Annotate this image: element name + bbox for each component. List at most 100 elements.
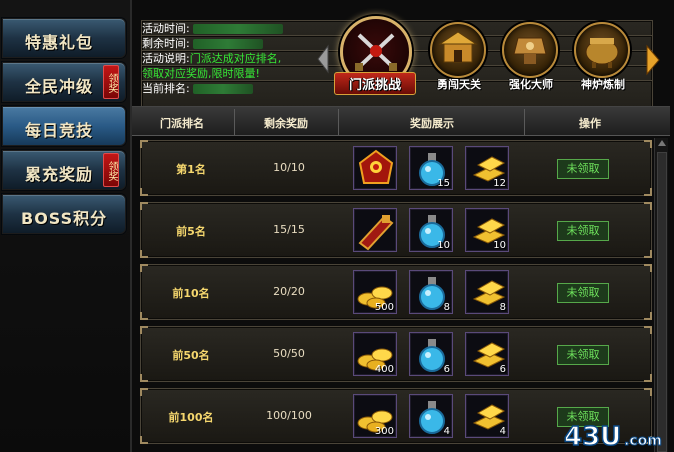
scroll-up-arrow-icon[interactable]	[658, 140, 666, 146]
reward-slot[interactable]	[353, 208, 397, 252]
cauldron-icon	[574, 22, 630, 78]
reward-slot[interactable]: 8	[409, 270, 453, 314]
claim-status-button[interactable]: 未领取	[557, 221, 609, 241]
sidebar-item-special-gift[interactable]: 特惠礼包	[2, 18, 126, 58]
reward-slot[interactable]	[353, 146, 397, 190]
row-corner-ornament	[140, 374, 148, 382]
row-corner-ornament	[644, 374, 652, 382]
category-divine-furnace[interactable]: 神炉炼制	[568, 22, 638, 96]
reward-qty: 10	[437, 240, 450, 251]
table-row: 第1名 10/10 15 12 未领取	[140, 140, 652, 196]
row-corner-ornament	[140, 188, 148, 196]
claim-status-button[interactable]: 未领取	[557, 159, 609, 179]
header-sect-rank: 门派排名	[160, 117, 204, 130]
reward-qty: 8	[499, 302, 506, 313]
red-gauntlet-icon	[354, 215, 396, 251]
table-row: 前5名 15/15 10 10 未领取	[140, 202, 652, 258]
sidebar-item-boss-points[interactable]: BOSS积分	[2, 194, 126, 234]
table-row: 前50名 50/50 400 6 6 未领取	[140, 326, 652, 382]
sidebar-item-label: BOSS积分	[21, 209, 108, 228]
reward-slot[interactable]: 6	[409, 332, 453, 376]
reward-slot[interactable]: 8	[465, 270, 509, 314]
row-corner-ornament	[644, 202, 652, 210]
row-corner-ornament	[644, 140, 652, 148]
current-rank-label: 当前排名:	[142, 82, 190, 95]
header-divider	[234, 109, 235, 135]
activity-time-value-blurred	[193, 24, 284, 34]
activity-desc-label: 活动说明:	[142, 52, 190, 65]
claim-status-button[interactable]: 未领取	[557, 345, 609, 365]
reward-qty: 4	[499, 426, 506, 437]
header-reward-display: 奖励展示	[410, 117, 454, 130]
remaining-time-value-blurred	[193, 39, 264, 49]
reward-slot[interactable]: 300	[353, 394, 397, 438]
reward-qty: 15	[437, 178, 450, 189]
reward-qty: 4	[443, 426, 450, 437]
header-action: 操作	[579, 117, 601, 130]
claim-status-button[interactable]: 未领取	[557, 283, 609, 303]
scrollbar-thumb[interactable]	[657, 152, 667, 452]
category-brave-pass[interactable]: 勇闯天关	[424, 22, 494, 96]
reward-slot[interactable]: 15	[409, 146, 453, 190]
current-rank-value-blurred	[193, 84, 254, 94]
category-label: 勇闯天关	[437, 78, 481, 91]
claim-badge: 领奖	[103, 153, 119, 187]
row-corner-ornament	[140, 264, 148, 272]
category-enhance-master[interactable]: 强化大师	[496, 22, 566, 96]
row-corner-ornament	[140, 326, 148, 334]
category-sect-challenge[interactable]: 门派挑战	[334, 16, 416, 96]
header-remaining-reward: 剩余奖励	[264, 117, 308, 130]
reward-slot[interactable]: 12	[465, 146, 509, 190]
sidebar-item-daily-arena[interactable]: 每日竞技	[2, 106, 126, 146]
activity-desc-line1: 门派达成对应排名,	[189, 52, 282, 65]
rank-label: 前50名	[172, 349, 210, 362]
table-row: 前10名 20/20 500 8 8 未领取	[140, 264, 652, 320]
remaining-count: 50/50	[273, 347, 305, 360]
sidebar-item-level-race[interactable]: 全民冲级 领奖	[2, 62, 126, 102]
chevron-right-icon[interactable]	[645, 44, 661, 76]
reward-slot[interactable]: 500	[353, 270, 397, 314]
reward-qty: 6	[499, 364, 506, 375]
chevron-left-icon[interactable]	[316, 44, 330, 74]
reward-slot[interactable]: 4	[465, 394, 509, 438]
reward-qty: 6	[443, 364, 450, 375]
remaining-time-label: 剩余时间:	[142, 37, 190, 50]
row-corner-ornament	[644, 388, 652, 396]
activity-info: 活动时间: 剩余时间: 活动说明:门派达成对应排名, 领取对应奖励,限时限量! …	[137, 18, 653, 136]
row-corner-ornament	[140, 140, 148, 148]
reward-slot[interactable]: 10	[409, 208, 453, 252]
reward-slot[interactable]: 10	[465, 208, 509, 252]
rank-label: 前5名	[176, 225, 206, 238]
reward-table: 门派排名 剩余奖励 奖励展示 操作 第1名 10/10 15 12 未领取 前5名 15/1…	[132, 106, 674, 452]
watermark-text: 43U	[564, 422, 621, 450]
anvil-icon	[502, 22, 558, 78]
reward-qty: 12	[493, 178, 506, 189]
reward-slot[interactable]: 6	[465, 332, 509, 376]
header-divider	[524, 109, 525, 135]
sidebar-item-label: 全民冲级	[25, 77, 94, 96]
reward-qty: 500	[374, 302, 394, 313]
sidebar-item-recharge-reward[interactable]: 累充奖励 领奖	[2, 150, 126, 190]
watermark-suffix: .com	[624, 433, 662, 449]
scrollbar[interactable]	[654, 138, 668, 452]
red-gem-amulet-icon	[354, 149, 396, 189]
reward-slot[interactable]: 400	[353, 332, 397, 376]
row-corner-ornament	[140, 312, 148, 320]
table-header: 门派排名 剩余奖励 奖励展示 操作	[132, 106, 670, 136]
row-corner-ornament	[644, 188, 652, 196]
gate-icon	[430, 22, 486, 78]
rank-label: 前10名	[172, 287, 210, 300]
reward-qty: 400	[374, 364, 394, 375]
category-label: 强化大师	[509, 78, 553, 91]
remaining-count: 10/10	[273, 161, 305, 174]
activity-time-label: 活动时间:	[142, 22, 190, 35]
row-corner-ornament	[140, 436, 148, 444]
reward-slot[interactable]: 4	[409, 394, 453, 438]
row-corner-ornament	[644, 264, 652, 272]
rank-label: 第1名	[176, 163, 206, 176]
row-corner-ornament	[644, 312, 652, 320]
row-corner-ornament	[644, 326, 652, 334]
remaining-count: 15/15	[273, 223, 305, 236]
remaining-count: 100/100	[266, 409, 312, 422]
sidebar-item-label: 累充奖励	[25, 165, 94, 184]
